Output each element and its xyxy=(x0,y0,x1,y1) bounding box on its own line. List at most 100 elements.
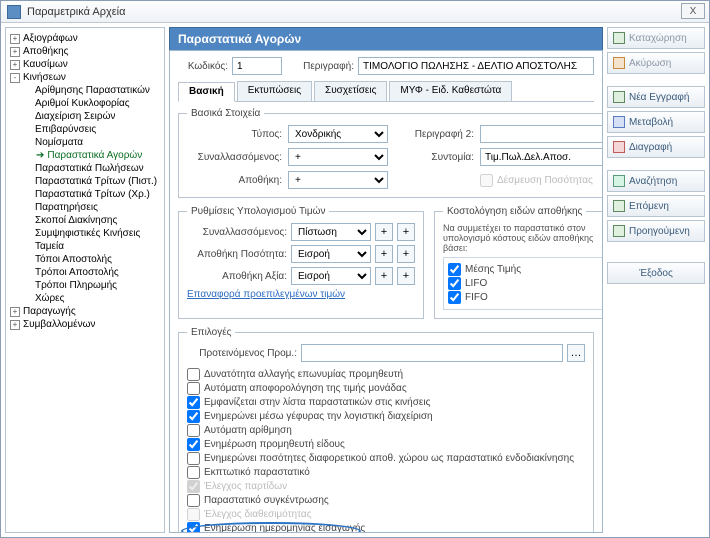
desc-label: Περιγραφή: xyxy=(286,61,354,72)
opt-auto-tax[interactable]: Αυτόματη αποφορολόγηση της τιμής μονάδας xyxy=(187,382,585,395)
expand-icon[interactable]: + xyxy=(10,60,20,70)
opt-cross-stock[interactable]: Ενημερώνει ποσότητες διαφορετικού αποθ. … xyxy=(187,452,585,465)
plus-button[interactable]: + xyxy=(375,267,393,285)
stock-select[interactable]: + xyxy=(288,171,388,189)
tab-relations[interactable]: Συσχετίσεις xyxy=(314,81,387,101)
desc-input[interactable] xyxy=(358,57,594,75)
save-button[interactable]: Καταχώρηση xyxy=(607,27,705,49)
plus-button[interactable]: + xyxy=(397,245,415,263)
tree-item[interactable]: Κινήσεων xyxy=(23,72,66,83)
collapse-icon[interactable]: - xyxy=(10,73,20,83)
selected-arrow-icon: ➔ xyxy=(36,150,44,161)
delete-button[interactable]: Διαγραφή xyxy=(607,136,705,158)
tree-item[interactable]: Παραστατικά Πωλήσεων xyxy=(35,163,144,174)
tree-item[interactable]: Αξιογράφων xyxy=(23,33,78,44)
calc-syn-select[interactable]: Πίστωση xyxy=(291,223,371,241)
basic-legend: Βασικά Στοιχεία xyxy=(187,108,264,119)
expand-icon[interactable]: + xyxy=(10,34,20,44)
tree-item[interactable]: Τρόποι Αποστολής xyxy=(35,267,119,278)
opt-availability: Έλεγχος διαθεσιμότητας xyxy=(187,508,585,521)
reset-defaults-link[interactable]: Επαναφορά προεπιλεγμένων τιμών xyxy=(187,289,345,300)
calc-val-label: Αποθήκη Αξία: xyxy=(187,271,287,282)
tree-item[interactable]: Αποθήκης xyxy=(23,46,69,57)
plus-button[interactable]: + xyxy=(375,223,393,241)
calc-syn-label: Συναλλασσόμενος: xyxy=(187,227,287,238)
abbr-input[interactable] xyxy=(480,148,603,166)
tree-item[interactable]: Τόποι Αποστολής xyxy=(35,254,112,265)
tree-item-selected[interactable]: Παραστατικά Αγορών xyxy=(47,150,142,161)
opt-bridge[interactable]: Ενημερώνει μέσω γέφυρας την λογιστική δι… xyxy=(187,410,585,423)
tree-item[interactable]: Παραστατικά Τρίτων (Πιστ.) xyxy=(35,176,157,187)
browse-button[interactable]: … xyxy=(567,344,585,362)
close-button[interactable]: X xyxy=(681,3,705,19)
tree-item[interactable]: Συμβαλλομένων xyxy=(23,319,95,330)
opt-auto-num[interactable]: Αυτόματη αρίθμηση xyxy=(187,424,585,437)
kost-opt-mean[interactable]: Μέσης Τιμής xyxy=(448,263,603,276)
opt-upd-supplier[interactable]: Ενημέρωση προμηθευτή είδους xyxy=(187,438,585,451)
tab-bar: Βασική Εκτυπώσεις Συσχετίσεις ΜΥΦ - Ειδ.… xyxy=(178,81,594,102)
plus-button[interactable]: + xyxy=(397,267,415,285)
opt-lot-check: Έλεγχος παρτίδων xyxy=(187,480,585,493)
kost-note: Να συμμετέχει το παραστατικό στον υπολογ… xyxy=(443,223,603,253)
stock-label: Αποθήκη: xyxy=(187,175,282,186)
type-label: Τύπος: xyxy=(187,129,282,140)
tree-item[interactable]: Συμψηφιστικές Κινήσεις xyxy=(35,228,140,239)
desc2-input[interactable] xyxy=(480,125,603,143)
main-panel: Παραστατικά Αγορών Κωδικός: Περιγραφή: Β… xyxy=(169,27,603,533)
search-button[interactable]: Αναζήτηση xyxy=(607,170,705,192)
calc-qty-label: Αποθήκη Ποσότητα: xyxy=(187,249,287,260)
code-label: Κωδικός: xyxy=(178,61,228,72)
plus-button[interactable]: + xyxy=(397,223,415,241)
plus-button[interactable]: + xyxy=(375,245,393,263)
tree-item[interactable]: Καυσίμων xyxy=(23,59,68,70)
tree-item[interactable]: Ταμεία xyxy=(35,241,64,252)
tree-item[interactable]: Χώρες xyxy=(35,293,64,304)
exit-button[interactable]: Έξοδος xyxy=(607,262,705,284)
action-sidebar: Καταχώρηση Ακύρωση Νέα Εγγραφή Μεταβολή … xyxy=(607,27,705,533)
app-icon xyxy=(7,5,21,19)
window: Παραμετρικά Αρχεία X +Αξιογράφων +Αποθήκ… xyxy=(0,0,710,538)
next-button[interactable]: Επόμενη xyxy=(607,195,705,217)
basic-fieldset: Βασικά Στοιχεία Τύπος: Χονδρικής Περιγρα… xyxy=(178,108,603,198)
nav-tree[interactable]: +Αξιογράφων +Αποθήκης +Καυσίμων -Κινήσεω… xyxy=(5,27,165,533)
titlebar: Παραμετρικά Αρχεία X xyxy=(1,1,709,23)
tab-myf[interactable]: ΜΥΦ - Ειδ. Καθεστώτα xyxy=(389,81,512,101)
calc-val-select[interactable]: Εισροή xyxy=(291,267,371,285)
kost-opt-fifo[interactable]: FIFO xyxy=(448,291,603,304)
opt-show-list[interactable]: Εμφανίζεται στην λίστα παραστατικών στις… xyxy=(187,396,585,409)
opt-concentration[interactable]: Παραστατικό συγκέντρωσης xyxy=(187,494,585,507)
qtylock-check: Δέσμευση Ποσότητας xyxy=(480,174,603,187)
kost-opt-lifo[interactable]: LIFO xyxy=(448,277,603,290)
edit-button[interactable]: Μεταβολή xyxy=(607,111,705,133)
supplier-input[interactable] xyxy=(301,344,563,362)
opt-discount[interactable]: Εκπτωτικό παραστατικό xyxy=(187,466,585,479)
tree-item[interactable]: Επιβαρύνσεις xyxy=(35,124,96,135)
calc-fieldset: Ρυθμίσεις Υπολογισμού Τιμών Συναλλασσόμε… xyxy=(178,206,424,319)
expand-icon[interactable]: + xyxy=(10,320,20,330)
code-input[interactable] xyxy=(232,57,282,75)
abbr-label: Συντομία: xyxy=(394,152,474,163)
tree-item[interactable]: Διαχείριση Σειρών xyxy=(35,111,115,122)
supplier-label: Προτεινόμενος Προμ.: xyxy=(187,348,297,359)
prev-button[interactable]: Προηγούμενη xyxy=(607,220,705,242)
opt-change-name[interactable]: Δυνατότητα αλλαγής επωνυμίας προμηθευτή xyxy=(187,368,585,381)
type-select[interactable]: Χονδρικής xyxy=(288,125,388,143)
tree-item[interactable]: Τρόποι Πληρωμής xyxy=(35,280,117,291)
tree-item[interactable]: Σκοποί Διακίνησης xyxy=(35,215,117,226)
cancel-button[interactable]: Ακύρωση xyxy=(607,52,705,74)
expand-icon[interactable]: + xyxy=(10,47,20,57)
tree-item[interactable]: Αριθμοί Κυκλοφορίας xyxy=(35,98,130,109)
tree-item[interactable]: Παραγωγής xyxy=(23,306,76,317)
opt-import-date[interactable]: Ενημέρωση ημερομηνίας εισαγωγής xyxy=(187,522,585,533)
new-button[interactable]: Νέα Εγγραφή xyxy=(607,86,705,108)
tree-item[interactable]: Νομίσματα xyxy=(35,137,83,148)
expand-icon[interactable]: + xyxy=(10,307,20,317)
window-title: Παραμετρικά Αρχεία xyxy=(27,6,125,18)
tab-prints[interactable]: Εκτυπώσεις xyxy=(237,81,312,101)
tree-item[interactable]: Παραστατικά Τρίτων (Χρ.) xyxy=(35,189,150,200)
syn-select[interactable]: + xyxy=(288,148,388,166)
tree-item[interactable]: Αρίθμησης Παραστατικών xyxy=(35,85,150,96)
tree-item[interactable]: Παρατηρήσεις xyxy=(35,202,98,213)
calc-qty-select[interactable]: Εισροή xyxy=(291,245,371,263)
tab-basic[interactable]: Βασική xyxy=(178,82,235,102)
